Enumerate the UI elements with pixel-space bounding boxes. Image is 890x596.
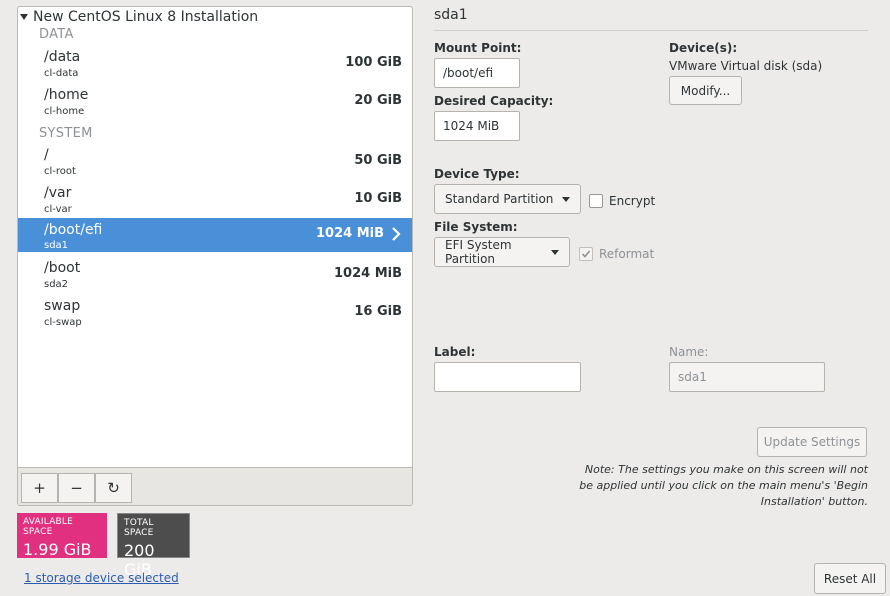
remove-partition-button[interactable]: − bbox=[58, 473, 95, 503]
device-name: cl-swap bbox=[44, 317, 82, 328]
partition-size: 1024 MiB bbox=[333, 266, 402, 281]
installation-title: New CentOS Linux 8 Installation bbox=[33, 9, 259, 25]
refresh-icon: ↻ bbox=[107, 479, 120, 497]
partition-tree: New CentOS Linux 8 Installation DATA /da… bbox=[17, 6, 413, 506]
reformat-checkbox[interactable]: Reformat bbox=[579, 247, 654, 261]
reset-all-button[interactable]: Reset All bbox=[814, 563, 886, 594]
minus-icon: − bbox=[70, 479, 83, 497]
partition-row-boot-efi[interactable]: /boot/efi sda1 1024 MiB bbox=[18, 218, 412, 252]
file-system-label: File System: bbox=[434, 220, 518, 234]
name-field-label: Name: bbox=[669, 345, 709, 359]
desired-capacity-input[interactable] bbox=[434, 111, 520, 141]
partition-size: 16 GiB bbox=[354, 304, 402, 319]
partition-size: 50 GiB bbox=[354, 153, 402, 168]
checkbox-checked-icon bbox=[579, 247, 593, 261]
mount-point: swap bbox=[44, 298, 81, 314]
group-label-data: DATA bbox=[39, 27, 74, 42]
dropdown-caret-icon bbox=[562, 196, 570, 202]
partition-row-boot[interactable]: /boot sda2 1024 MiB bbox=[18, 259, 412, 293]
mount-point: /home bbox=[44, 87, 89, 103]
partition-row-root[interactable]: / cl-root 50 GiB bbox=[18, 146, 412, 180]
mount-point: /data bbox=[44, 49, 81, 65]
group-label-system: SYSTEM bbox=[39, 126, 93, 141]
encrypt-label: Encrypt bbox=[609, 194, 656, 208]
device-name: cl-home bbox=[44, 106, 85, 117]
update-settings-button[interactable]: Update Settings bbox=[757, 427, 867, 457]
chevron-right-icon bbox=[392, 227, 401, 241]
installation-header[interactable]: New CentOS Linux 8 Installation bbox=[20, 9, 258, 25]
label-field-label: Label: bbox=[434, 345, 476, 359]
partition-row-data[interactable]: /data cl-data 100 GiB bbox=[18, 48, 412, 82]
mount-point: /boot bbox=[44, 260, 81, 276]
dropdown-caret-icon bbox=[551, 249, 559, 255]
device-type-select[interactable]: Standard Partition bbox=[434, 184, 581, 214]
partition-size: 20 GiB bbox=[354, 93, 402, 108]
plus-icon: + bbox=[33, 479, 46, 497]
reload-button[interactable]: ↻ bbox=[95, 473, 132, 503]
total-space-box: TOTAL SPACE 200 GiB bbox=[117, 513, 190, 579]
device-name: cl-var bbox=[44, 204, 72, 215]
mount-point: /boot/efi bbox=[44, 222, 103, 238]
available-space-box: AVAILABLE SPACE 1.99 GiB bbox=[17, 513, 107, 559]
checkmark-icon bbox=[581, 250, 591, 258]
device-name: sda2 bbox=[44, 279, 69, 290]
devices-label: Device(s): bbox=[669, 41, 738, 55]
partition-row-swap[interactable]: swap cl-swap 16 GiB bbox=[18, 297, 412, 331]
mount-point: /var bbox=[44, 185, 72, 201]
modify-button[interactable]: Modify... bbox=[669, 76, 742, 105]
selected-device-header: sda1 bbox=[434, 7, 468, 23]
device-name: cl-root bbox=[44, 166, 76, 177]
checkbox-box-icon bbox=[589, 194, 603, 208]
file-system-value: EFI System Partition bbox=[445, 238, 512, 266]
partition-size: 100 GiB bbox=[345, 55, 402, 70]
settings-note: Note: The settings you make on this scre… bbox=[579, 463, 868, 508]
partition-row-var[interactable]: /var cl-var 10 GiB bbox=[18, 184, 412, 218]
device-name: cl-data bbox=[44, 68, 79, 79]
mount-point-label: Mount Point: bbox=[434, 41, 522, 55]
partition-size: 10 GiB bbox=[354, 191, 402, 206]
device-name: sda1 bbox=[44, 240, 69, 251]
device-type-value: Standard Partition bbox=[445, 192, 554, 206]
label-input[interactable] bbox=[434, 362, 581, 392]
tree-toolbar: + − ↻ bbox=[18, 467, 412, 505]
storage-device-link[interactable]: 1 storage device selected bbox=[24, 571, 179, 585]
total-space-caption: TOTAL SPACE bbox=[124, 518, 154, 538]
available-space-value: 1.99 GiB bbox=[23, 540, 92, 559]
mount-point: / bbox=[44, 147, 49, 163]
expander-arrow-icon[interactable] bbox=[20, 14, 28, 20]
header-divider bbox=[434, 30, 868, 31]
partition-size: 1024 MiB bbox=[315, 226, 384, 241]
devices-value: VMware Virtual disk (sda) bbox=[669, 59, 823, 73]
add-partition-button[interactable]: + bbox=[21, 473, 58, 503]
desired-capacity-label: Desired Capacity: bbox=[434, 94, 554, 108]
mount-point-input[interactable] bbox=[434, 58, 520, 88]
device-type-label: Device Type: bbox=[434, 167, 520, 181]
available-space-caption: AVAILABLE SPACE bbox=[23, 517, 74, 537]
file-system-select[interactable]: EFI System Partition bbox=[434, 237, 570, 267]
reformat-label: Reformat bbox=[599, 247, 655, 261]
name-input[interactable] bbox=[669, 362, 825, 392]
partition-row-home[interactable]: /home cl-home 20 GiB bbox=[18, 86, 412, 120]
encrypt-checkbox[interactable]: Encrypt bbox=[589, 194, 655, 208]
